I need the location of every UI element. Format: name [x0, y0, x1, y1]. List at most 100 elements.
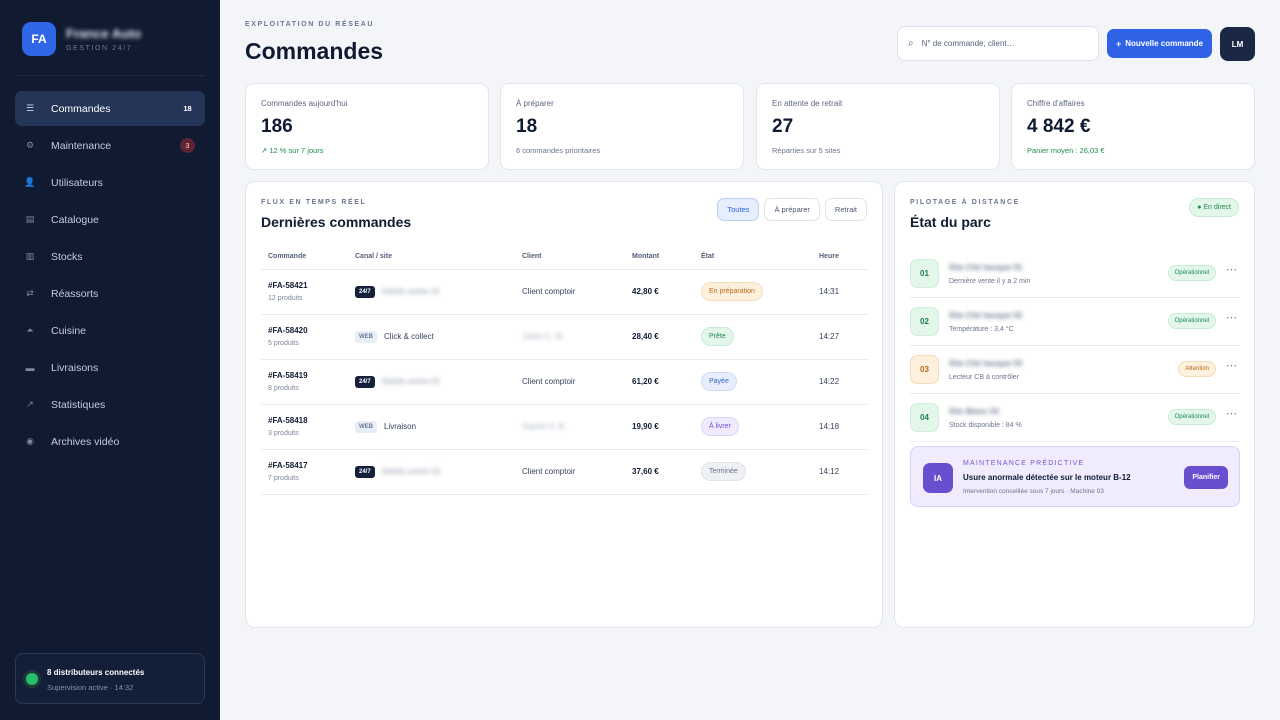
- status-badge: Prête: [701, 327, 734, 346]
- channel-chip: 24/7: [355, 285, 375, 298]
- order-id[interactable]: #FA-58420: [268, 326, 348, 335]
- sidebar-item-stocks[interactable]: ▥ Stocks: [15, 239, 205, 274]
- machine-status-badge: Opérationnel: [1167, 313, 1216, 329]
- stat-subtext: ↗ 12 % sur 7 jours: [261, 146, 324, 155]
- brand[interactable]: FA France Auto GESTION 24/7: [22, 22, 141, 56]
- stat-card: À préparer 18 6 commandes prioritaires: [500, 83, 744, 170]
- stat-value: 186: [261, 116, 293, 137]
- order-id[interactable]: #FA-58419: [268, 371, 348, 380]
- more-options-icon[interactable]: ⋯: [1226, 263, 1238, 276]
- stat-card: Commandes aujourd'hui 186 ↗ 12 % sur 7 jou…: [245, 83, 489, 170]
- schedule-button[interactable]: Planifier: [1184, 466, 1228, 489]
- user-avatar[interactable]: LM: [1220, 27, 1255, 61]
- machine-row[interactable]: 04 Site Blanc 04 Stock disponible : 84 % Op…: [910, 394, 1240, 442]
- status-cell: Prête: [694, 314, 812, 360]
- channel-cell: 24/7 Distrib centre 03: [348, 449, 515, 495]
- order-cell: #FA-58419 8 produits: [261, 359, 348, 405]
- orders-eyebrow: FLUX EN TEMPS RÉEL: [261, 199, 367, 206]
- sidebar-item-cuisine[interactable]: ⏶ Cuisine: [15, 313, 205, 348]
- site-name: Livraison: [384, 422, 417, 431]
- sidebar-item-label: Réassorts: [51, 287, 99, 300]
- channel-cell: WEB Livraison: [348, 404, 515, 450]
- brand-subtitle: GESTION 24/7: [66, 45, 133, 52]
- sidebar-item-commandes[interactable]: ☰ Commandes 18: [15, 91, 205, 126]
- new-order-button[interactable]: + Nouvelle commande: [1107, 29, 1212, 58]
- channel: 24/7 Distrib centre 01: [355, 285, 515, 298]
- channel-chip: WEB: [355, 420, 377, 433]
- list-icon: ☰: [25, 103, 35, 113]
- channel-chip: WEB: [355, 330, 377, 343]
- fleet-panel: PILOTAGE À DISTANCE État du parc ● En di…: [894, 181, 1255, 628]
- sidebar-item-reassorts[interactable]: ⇄ Réassorts: [15, 276, 205, 311]
- table-row[interactable]: #FA-58419 8 produits 24/7 Distrib centre 02…: [261, 359, 868, 405]
- channel: 24/7 Distrib centre 02: [355, 375, 515, 388]
- client-name: Julien C. M.: [522, 332, 565, 341]
- filter-tab[interactable]: À préparer: [764, 198, 820, 221]
- time-cell: 14:27: [812, 314, 868, 360]
- status-cell: Payée: [694, 359, 812, 405]
- machine-status-badge: Attention: [1178, 361, 1216, 377]
- order-id[interactable]: #FA-58418: [268, 416, 348, 425]
- stat-value: 4 842 €: [1027, 116, 1091, 137]
- channel-chip: 24/7: [355, 375, 375, 388]
- order-id[interactable]: #FA-58421: [268, 281, 348, 290]
- client-name: Sophie A. B.: [522, 422, 567, 431]
- search-box[interactable]: ⌕: [897, 26, 1099, 61]
- sidebar-item-archives-video[interactable]: ◉ Archives vidéo: [15, 424, 205, 459]
- filter-tab[interactable]: Retrait: [824, 198, 867, 221]
- kitchen-icon: ⏶: [26, 325, 34, 335]
- filter-tab[interactable]: Toutes: [717, 198, 760, 221]
- table-row[interactable]: #FA-58417 7 produits 24/7 Distrib centre 03…: [261, 449, 868, 495]
- sidebar-item-catalogue[interactable]: ▤ Catalogue: [15, 202, 205, 237]
- order-cell: #FA-58420 5 produits: [261, 314, 348, 360]
- stat-subtext: 6 commandes prioritaires: [516, 146, 601, 155]
- order-id[interactable]: #FA-58417: [268, 461, 348, 470]
- sidebar-item-maintenance[interactable]: ⚙ Maintenance 3: [15, 128, 205, 163]
- more-options-icon[interactable]: ⋯: [1226, 311, 1238, 324]
- machine-row[interactable]: 03 Site Cité basque 03 Lecteur CB à contrô…: [910, 346, 1240, 394]
- truck-icon: ▬: [25, 362, 35, 373]
- more-options-icon[interactable]: ⋯: [1226, 359, 1238, 372]
- sidebar-item-label: Commandes: [51, 102, 111, 115]
- machine-name: Site Cité basque 02: [949, 310, 1023, 320]
- sidebar-item-label: Livraisons: [51, 361, 99, 374]
- status-badge: Terminée: [701, 462, 746, 481]
- table-row[interactable]: #FA-58420 5 produits WEB Click & collect Jul…: [261, 314, 868, 360]
- search-input[interactable]: [921, 39, 1082, 48]
- sidebar-item-statistiques[interactable]: ↗ Statistiques: [15, 387, 205, 422]
- table-row[interactable]: #FA-58418 3 produits WEB Livraison Sophie A.…: [261, 404, 868, 450]
- sidebar: FA France Auto GESTION 24/7 ☰ Commandes 18…: [0, 0, 220, 720]
- machine-row[interactable]: 01 Site Cité basque 01 Dernière vente il y…: [910, 250, 1240, 298]
- sidebar-item-utilisateurs[interactable]: 👤 Utilisateurs: [15, 165, 205, 200]
- channel: 24/7 Distrib centre 03: [355, 465, 515, 478]
- machine-name: Site Cité basque 03: [949, 358, 1023, 368]
- machine-info: Site Cité basque 02 Température : 3,4 °C: [949, 311, 1022, 333]
- column-header: Client: [515, 245, 625, 270]
- connection-title: 8 distributeurs connectés: [47, 668, 145, 677]
- machine-number: 04: [910, 403, 939, 432]
- table-row[interactable]: #FA-58421 12 produits 24/7 Distrib centre 0…: [261, 269, 868, 315]
- sidebar-item-livraisons[interactable]: ▬ Livraisons: [15, 350, 205, 385]
- machine-status-badge: Opérationnel: [1167, 409, 1216, 425]
- amount-cell: 61,20 €: [625, 359, 694, 405]
- client-cell: Client comptoir: [515, 269, 625, 315]
- order-items: 12 produits: [268, 295, 303, 302]
- catalog-icon: ▤: [25, 214, 35, 224]
- order-items: 8 produits: [268, 385, 299, 392]
- fleet-eyebrow: PILOTAGE À DISTANCE: [910, 199, 1020, 206]
- column-header: Canal / site: [348, 245, 515, 270]
- site-name: Distrib centre 01: [381, 287, 440, 296]
- column-header: Heure: [812, 245, 868, 270]
- client-cell: Sophie A. B.: [515, 404, 625, 450]
- more-options-icon[interactable]: ⋯: [1226, 407, 1238, 420]
- stat-card: Chiffre d'affaires 4 842 € Panier moyen : …: [1011, 83, 1255, 170]
- stat-subtext: Réparties sur 5 sites: [772, 146, 841, 155]
- client-name: Client comptoir: [522, 467, 576, 476]
- channel-cell: 24/7 Distrib centre 01: [348, 269, 515, 315]
- machine-name: Site Blanc 04: [949, 406, 999, 416]
- site-name: Click & collect: [384, 332, 434, 341]
- column-header: État: [694, 245, 812, 270]
- machine-row[interactable]: 02 Site Cité basque 02 Température : 3,4 °…: [910, 298, 1240, 346]
- status-cell: À livrer: [694, 404, 812, 450]
- order-cell: #FA-58421 12 produits: [261, 269, 348, 315]
